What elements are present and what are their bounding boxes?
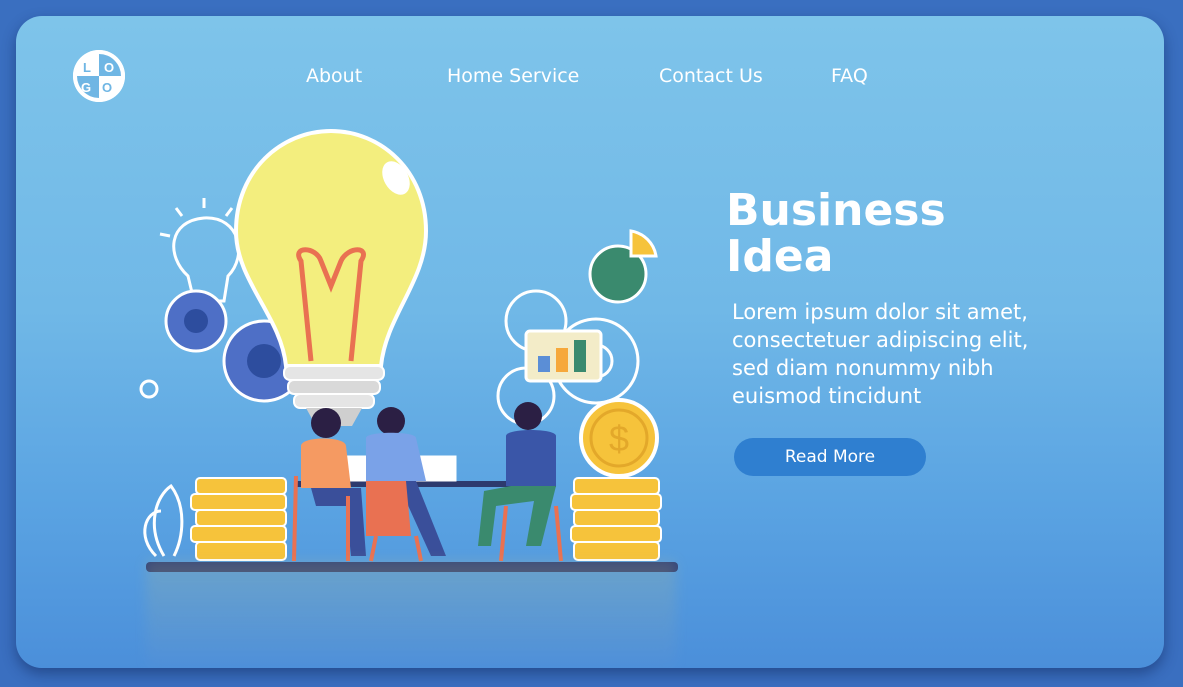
dollar-coin-icon: $: [579, 398, 659, 478]
nav-faq[interactable]: FAQ: [831, 65, 868, 87]
team-people-icon: [292, 402, 563, 562]
svg-text:$: $: [609, 418, 629, 459]
pie-chart-icon: [588, 229, 658, 304]
hero-description: Lorem ipsum dolor sit amet, consectetuer…: [732, 298, 1092, 410]
svg-text:L: L: [83, 60, 91, 75]
hero-title-line-1: Business: [726, 185, 946, 236]
read-more-button[interactable]: Read More: [734, 438, 926, 476]
logo-icon: L O G O: [73, 50, 125, 102]
bar-chart-icon: [524, 329, 603, 383]
hero-title-line-2: Idea: [726, 231, 834, 282]
svg-text:G: G: [81, 80, 91, 95]
hero-description-line-4: euismod tincidunt: [732, 384, 922, 408]
nav-about[interactable]: About: [306, 65, 362, 87]
nav-contact-us[interactable]: Contact Us: [659, 65, 763, 87]
hero-description-line-2: consectetuer adipiscing elit,: [732, 328, 1029, 352]
landing-page: L O G O About Home Service Contact Us FA…: [16, 16, 1164, 668]
logo[interactable]: L O G O: [73, 50, 125, 102]
plant-icon: [143, 483, 184, 558]
svg-text:O: O: [102, 80, 112, 95]
nav-home-service[interactable]: Home Service: [447, 65, 579, 87]
hero-description-line-3: sed diam nonummy nibh: [732, 356, 994, 380]
illustration-reflection: [146, 561, 676, 668]
hero-description-line-1: Lorem ipsum dolor sit amet,: [732, 300, 1028, 324]
svg-text:O: O: [104, 60, 114, 75]
hero-title: Business Idea: [726, 188, 986, 280]
